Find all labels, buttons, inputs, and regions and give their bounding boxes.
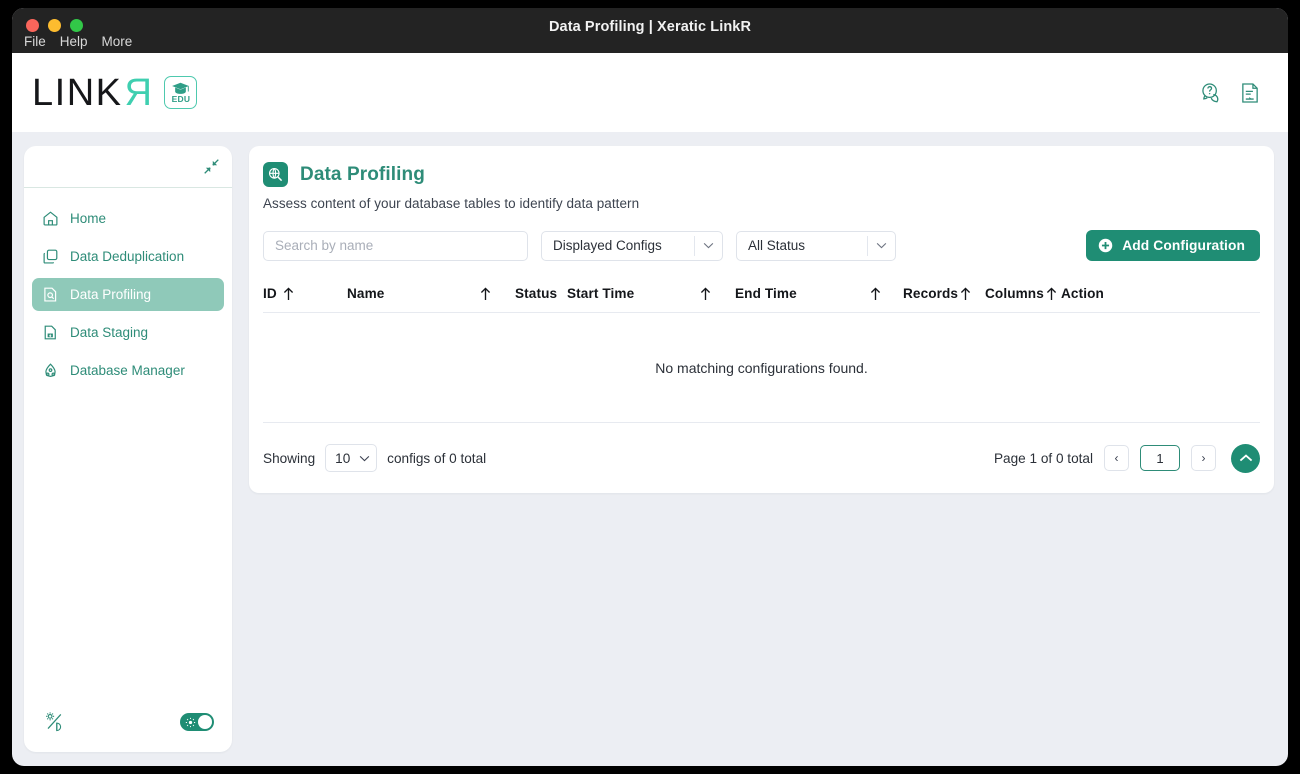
light-dark-mode-icon[interactable] [44, 711, 65, 732]
sidebar-item-label: Data Profiling [70, 287, 152, 302]
database-nodes-icon [42, 362, 59, 379]
sidebar-footer [24, 711, 232, 752]
theme-toggle[interactable] [180, 712, 214, 731]
add-configuration-button[interactable]: Add Configuration [1086, 230, 1260, 261]
logo-main-text: LINK [32, 71, 123, 114]
config-filter-value: Displayed Configs [553, 238, 662, 253]
config-filter-select[interactable]: Displayed Configs [541, 230, 723, 261]
copies-icon [42, 248, 59, 265]
sidebar-item-label: Home [70, 211, 107, 226]
sun-icon [185, 717, 196, 728]
page-title: Data Profiling [300, 163, 425, 185]
page-number-input[interactable] [1140, 445, 1180, 471]
home-icon [42, 210, 59, 227]
page-size-control: Showing 10 configs of 0 total [263, 444, 486, 472]
column-label: Name [347, 286, 385, 301]
status-filter-value: All Status [748, 238, 806, 253]
sidebar-item-data-profiling[interactable]: Data Profiling [32, 278, 224, 311]
next-page-button[interactable]: › [1191, 445, 1216, 471]
data-profiling-search-icon [263, 162, 288, 187]
sidebar-header [24, 146, 232, 188]
main-content: Data Profiling Assess content of your da… [249, 146, 1274, 752]
sort-ascending-icon[interactable] [960, 286, 971, 301]
collapse-inward-icon[interactable] [203, 158, 220, 175]
menu-item-help[interactable]: Help [60, 32, 88, 52]
column-header-end-time: End Time [735, 286, 903, 301]
table-empty-state: No matching configurations found. [263, 313, 1260, 423]
showing-prefix-label: Showing [263, 450, 316, 466]
brand-logo[interactable]: LINK R EDU [32, 71, 198, 114]
column-header-id: ID [263, 286, 347, 301]
sidebar-item-label: Data Deduplication [70, 249, 185, 264]
column-header-columns: Columns [985, 286, 1061, 301]
scroll-to-top-button[interactable] [1231, 443, 1260, 473]
document-search-icon [42, 286, 59, 303]
window-title: Data Profiling | Xeratic LinkR [548, 19, 752, 35]
column-label: End Time [735, 286, 797, 301]
sidebar-item-label: Database Manager [70, 363, 185, 378]
table-header-row: ID Name Status Start Time End Time Recor… [263, 283, 1260, 313]
sidebar-nav: Home Data Deduplication Data Profiling D… [24, 188, 232, 387]
sort-ascending-icon[interactable] [870, 286, 881, 301]
sidebar-item-database-manager[interactable]: Database Manager [32, 354, 224, 387]
window-titlebar: Data Profiling | Xeratic LinkR File Help… [12, 8, 1288, 53]
column-header-records: Records [903, 286, 985, 301]
page-size-select[interactable]: 10 [325, 444, 378, 472]
logo-wordmark: LINK R [32, 71, 153, 114]
column-label: Status [515, 286, 558, 301]
column-header-status: Status [515, 286, 567, 301]
window-menubar: File Help More [14, 32, 142, 52]
chevron-down-icon [359, 455, 370, 462]
sidebar-item-label: Data Staging [70, 325, 149, 340]
chevron-up-icon [1239, 453, 1253, 463]
app-header: LINK R EDU [12, 53, 1288, 132]
page-size-value: 10 [335, 450, 351, 466]
app-body: Home Data Deduplication Data Profiling D… [12, 132, 1288, 766]
empty-state-message: No matching configurations found. [655, 359, 868, 376]
pagination-label: Page 1 of 0 total [993, 450, 1093, 466]
column-header-action: Action [1061, 286, 1121, 301]
table-toolbar: Displayed Configs All Status [263, 230, 1260, 261]
search-input[interactable] [263, 230, 528, 261]
configurations-table: ID Name Status Start Time End Time Recor… [263, 283, 1260, 493]
menu-item-more[interactable]: More [102, 32, 133, 52]
page-subtitle: Assess content of your database tables t… [263, 196, 640, 211]
column-header-start-time: Start Time [567, 286, 735, 301]
plus-circle-icon [1098, 238, 1113, 253]
sidebar: Home Data Deduplication Data Profiling D… [24, 146, 232, 752]
column-label: Columns [985, 286, 1044, 301]
document-import-icon [42, 324, 59, 341]
column-label: Action [1061, 286, 1104, 301]
menu-item-file[interactable]: File [24, 32, 46, 52]
chevron-down-icon [694, 235, 722, 256]
sort-ascending-icon[interactable] [1046, 286, 1057, 301]
header-action-icons [1200, 82, 1260, 104]
table-footer: Showing 10 configs of 0 total Page 1 of … [263, 423, 1260, 493]
edu-badge-label: EDU [171, 93, 191, 104]
previous-page-button[interactable]: ‹ [1104, 445, 1129, 471]
sidebar-item-data-deduplication[interactable]: Data Deduplication [32, 240, 224, 273]
edu-badge: EDU [164, 76, 198, 109]
status-filter-select[interactable]: All Status [736, 230, 896, 261]
help-chat-icon[interactable] [1200, 82, 1222, 104]
sidebar-item-data-staging[interactable]: Data Staging [32, 316, 224, 349]
logo-accent-text: R [123, 71, 153, 114]
page-header: Data Profiling [263, 162, 1260, 187]
sort-ascending-icon[interactable] [700, 286, 711, 301]
toggle-knob [198, 714, 212, 729]
sidebar-item-home[interactable]: Home [32, 202, 224, 235]
column-header-name: Name [347, 286, 515, 301]
add-configuration-label: Add Configuration [1122, 238, 1245, 253]
sort-ascending-icon[interactable] [283, 286, 294, 301]
showing-suffix-label: configs of 0 total [387, 450, 487, 466]
column-label: Start Time [567, 286, 635, 301]
column-label: Records [903, 286, 959, 301]
column-label: ID [263, 286, 277, 301]
chevron-down-icon [867, 235, 895, 256]
app-window: Data Profiling | Xeratic LinkR File Help… [12, 8, 1288, 766]
report-document-icon[interactable] [1240, 82, 1260, 104]
pagination: Page 1 of 0 total ‹ › [993, 443, 1260, 473]
sort-ascending-icon[interactable] [480, 286, 491, 301]
data-profiling-card: Data Profiling Assess content of your da… [249, 146, 1274, 493]
